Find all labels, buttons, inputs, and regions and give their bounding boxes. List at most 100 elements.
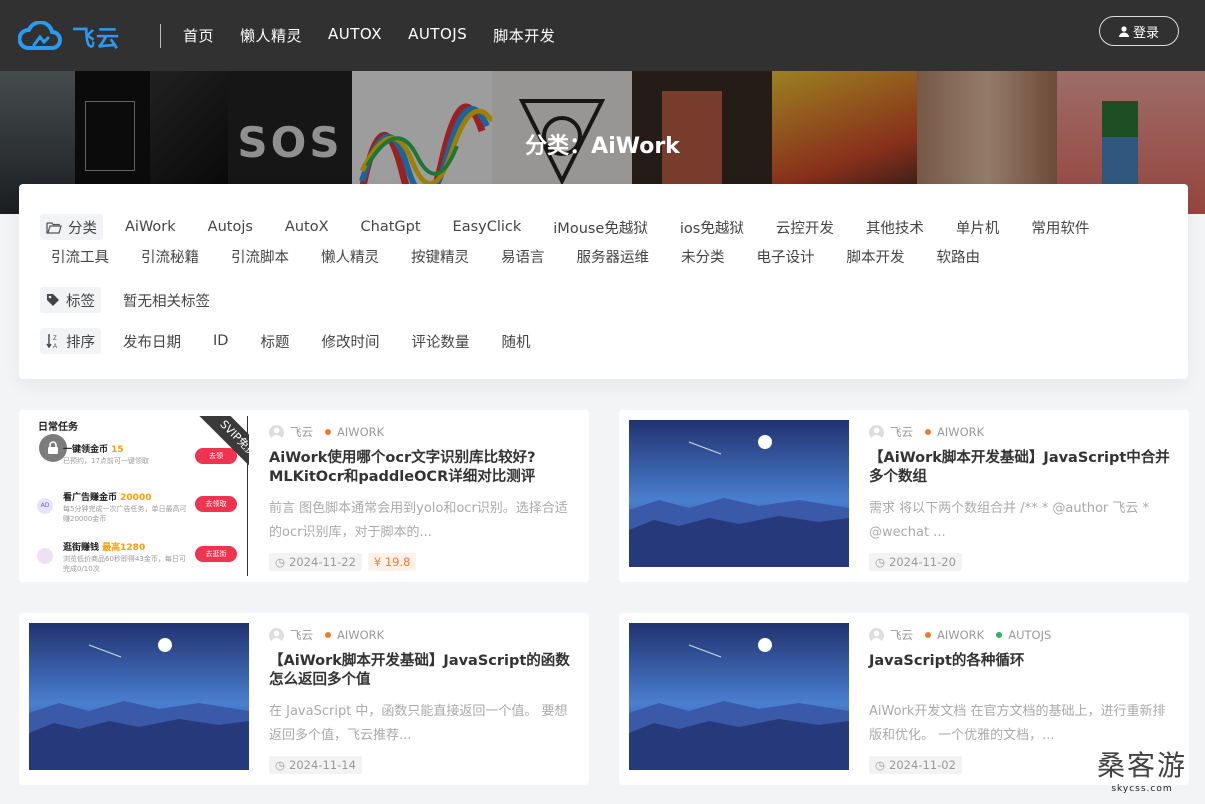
top-header: 飞云 首页 懒人精灵 AUTOX AUTOJS 脚本开发 登录 <box>0 0 1205 71</box>
thumb-row-sub: 已预约，17点前可一键领取 <box>63 457 149 465</box>
category-item[interactable]: AutoX <box>285 219 329 235</box>
folder-open-icon <box>46 221 62 234</box>
category-item[interactable]: 常用软件 <box>1031 217 1089 238</box>
login-label: 登录 <box>1132 25 1159 41</box>
banner-title: 分类：AiWork <box>525 134 680 159</box>
post-date-badge: ◷ 2024-11-14 <box>269 756 362 774</box>
post-footer: ◷ 2024-11-02 <box>869 756 962 774</box>
post-title[interactable]: 【AiWork脚本开发基础】JavaScript中合并多个数组 <box>869 449 1179 487</box>
sort-header: ZA 排序 <box>40 328 101 354</box>
category-item[interactable]: 按键精灵 <box>411 246 469 267</box>
category-header: 分类 <box>40 214 103 240</box>
post-meta: 飞云 AIWORK <box>269 627 384 643</box>
post-thumbnail[interactable]: 日常任务 一键领金币 15 已预约，17点前可一键领取 去领 AD 看广告赚金币… <box>19 416 249 576</box>
category-item[interactable]: 引流秘籍 <box>141 246 199 267</box>
post-tag[interactable]: AUTOJS <box>1008 628 1051 642</box>
nav-lanren[interactable]: 懒人精灵 <box>240 25 302 46</box>
thumb-row-button: 去领取 <box>195 496 237 512</box>
category-item[interactable]: AiWork <box>125 219 176 235</box>
category-item[interactable]: 服务器运维 <box>577 246 650 267</box>
thumb-row-badge: 15 <box>111 445 124 455</box>
sort-option[interactable]: 标题 <box>260 331 289 352</box>
category-item[interactable]: 引流脚本 <box>231 246 289 267</box>
post-footer: ◷ 2024-11-14 <box>269 756 362 774</box>
thumb-heading: 日常任务 <box>38 422 78 433</box>
category-item[interactable]: ChatGpt <box>361 219 421 235</box>
watermark-sub: skycss.com <box>1111 784 1173 794</box>
post-author[interactable]: 飞云 <box>890 424 913 440</box>
post-excerpt: AiWork开发文档 在官方文档的基础上，进行重新排版和优化。 一个优雅的文档，… <box>869 704 1166 743</box>
post-author[interactable]: 飞云 <box>290 627 313 643</box>
category-item[interactable]: 单片机 <box>956 217 1000 238</box>
tag-label: 标签 <box>66 293 95 310</box>
thumb-row-sub: 浏览低价商品60秒即得43金币，每日可完成0/10次 <box>63 555 186 573</box>
post-author[interactable]: 飞云 <box>890 627 913 643</box>
post-excerpt: 需求 将以下两个数组合并 /** * @author 飞云 * @wechat … <box>869 501 1150 540</box>
category-item[interactable]: 电子设计 <box>757 246 815 267</box>
author-avatar-icon <box>269 424 284 440</box>
watermark-main: 桑客游 <box>1096 749 1187 782</box>
category-label: 分类 <box>68 220 97 237</box>
site-logo[interactable]: 飞云 <box>18 19 160 53</box>
post-tag[interactable]: AIWORK <box>337 425 384 439</box>
post-title[interactable]: AiWork使用哪个ocr文字识别库比较好?MLKitOcr和paddleOCR… <box>269 449 579 487</box>
post-price: ¥ 19.8 <box>367 553 417 571</box>
category-item[interactable]: EasyClick <box>453 219 522 235</box>
post-meta: 飞云 AIWORK <box>269 424 384 440</box>
post-author[interactable]: 飞云 <box>290 424 313 440</box>
sort-option[interactable]: 评论数量 <box>411 331 469 352</box>
category-item[interactable]: 其他技术 <box>866 217 924 238</box>
user-icon <box>1118 25 1129 37</box>
category-row-2: 引流工具 引流秘籍 引流脚本 懒人精灵 按键精灵 易语言 服务器运维 未分类 电… <box>51 246 1012 267</box>
author-avatar-icon <box>269 627 284 643</box>
post-title[interactable]: 【AiWork脚本开发基础】JavaScript的函数怎么返回多个值 <box>269 652 579 690</box>
thumb-row-title: 看广告赚金币 <box>63 493 118 503</box>
post-date: 2024-11-14 <box>289 758 356 772</box>
login-button[interactable]: 登录 <box>1099 16 1179 46</box>
thumb-row-sub: 每5分钟完成一次广告任务，单日最高可赚20000金币 <box>63 505 187 523</box>
sort-row: ZA 排序 发布日期 ID 标题 修改时间 评论数量 随机 <box>40 328 562 354</box>
post-meta: 飞云 AIWORK AUTOJS <box>869 627 1051 643</box>
category-row: 分类 AiWork Autojs AutoX ChatGpt EasyClick… <box>40 214 1121 240</box>
cloud-logo-icon <box>18 20 62 50</box>
tag-empty-text: 暂无相关标签 <box>123 293 210 310</box>
category-item[interactable]: 懒人精灵 <box>321 246 379 267</box>
category-item[interactable]: 易语言 <box>501 246 545 267</box>
category-item[interactable]: 云控开发 <box>776 217 834 238</box>
sort-label: 排序 <box>66 334 95 351</box>
post-tag[interactable]: AIWORK <box>937 628 984 642</box>
svg-text:A: A <box>53 344 57 349</box>
sort-option[interactable]: 发布日期 <box>123 331 181 352</box>
category-item[interactable]: ios免越狱 <box>680 217 744 238</box>
post-title[interactable]: JavaScript的各种循环 <box>869 652 1179 671</box>
thumb-row-title: 一键领金币 <box>63 445 109 455</box>
post-card[interactable]: 日常任务 一键领金币 15 已预约，17点前可一键领取 去领 AD 看广告赚金币… <box>19 410 589 582</box>
sort-option[interactable]: ID <box>213 333 228 349</box>
category-item[interactable]: iMouse免越狱 <box>553 217 648 238</box>
category-item[interactable]: 未分类 <box>681 246 725 267</box>
post-footer: ◷ 2024-11-22 ¥ 19.8 <box>269 553 417 571</box>
thumb-row-badge: 20000 <box>120 493 152 503</box>
nav-home[interactable]: 首页 <box>183 25 214 46</box>
post-card[interactable]: 飞云 AIWORK 【AiWork脚本开发基础】JavaScript中合并多个数… <box>619 410 1189 582</box>
sort-option[interactable]: 随机 <box>501 331 530 352</box>
category-item[interactable]: 脚本开发 <box>847 246 905 267</box>
nav-script-dev[interactable]: 脚本开发 <box>493 25 555 46</box>
post-thumbnail[interactable] <box>629 420 849 567</box>
nav-autojs[interactable]: AUTOJS <box>408 25 467 46</box>
post-card[interactable]: 飞云 AIWORK 【AiWork脚本开发基础】JavaScript的函数怎么返… <box>19 613 589 785</box>
category-item[interactable]: 引流工具 <box>51 246 109 267</box>
post-thumbnail[interactable] <box>29 623 249 770</box>
post-date-badge: ◷ 2024-11-02 <box>869 756 962 774</box>
post-tag[interactable]: AIWORK <box>337 628 384 642</box>
header-divider <box>160 23 161 48</box>
post-thumbnail[interactable] <box>629 623 849 770</box>
post-tag[interactable]: AIWORK <box>937 425 984 439</box>
category-item[interactable]: 软路由 <box>937 246 981 267</box>
thumb-row-button: 去逛街 <box>195 546 237 562</box>
nav-autox[interactable]: AUTOX <box>328 25 382 46</box>
clock-icon: ◷ <box>275 555 286 569</box>
category-item[interactable]: Autojs <box>208 219 253 235</box>
sort-option[interactable]: 修改时间 <box>321 331 379 352</box>
tag-icon <box>47 294 59 306</box>
